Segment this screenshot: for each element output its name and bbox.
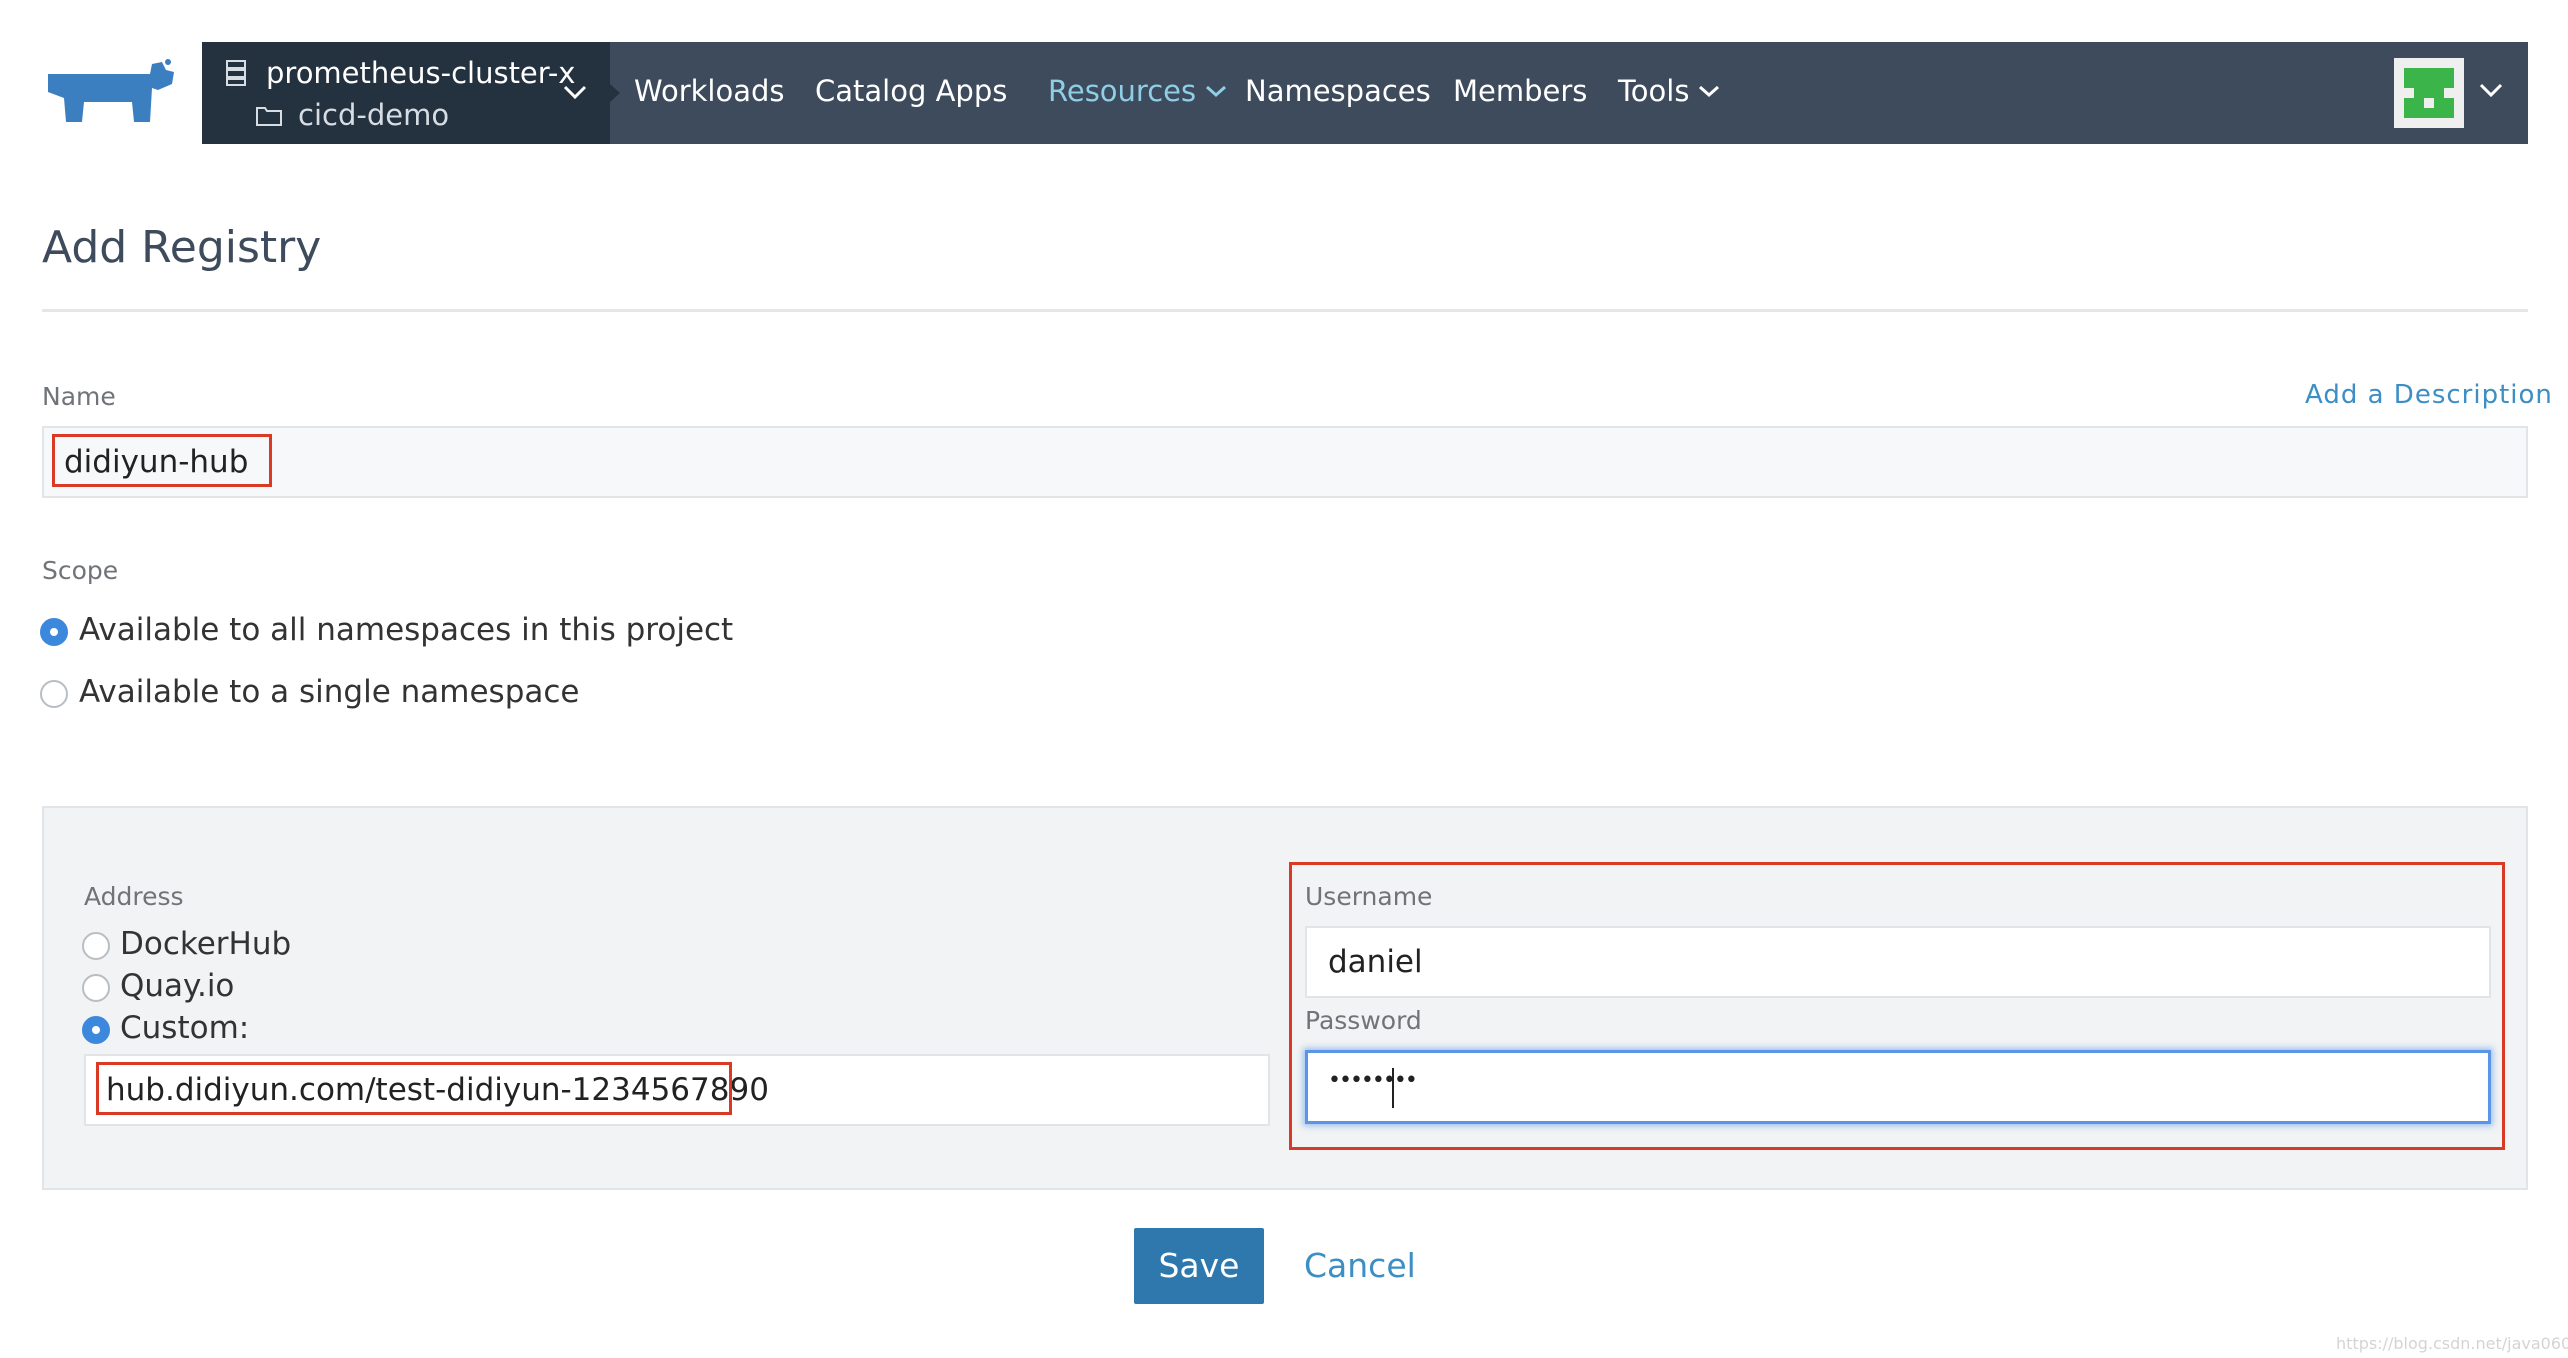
scope-single-namespace-label: Available to a single namespace [79, 674, 580, 710]
switcher-pointer [610, 84, 620, 102]
project-name: cicd-demo [298, 98, 450, 132]
nav-catalog-apps[interactable]: Catalog Apps [815, 74, 1007, 108]
annotation-highlight-credentials [1289, 862, 2505, 1150]
nav-workloads[interactable]: Workloads [634, 74, 785, 108]
address-label: Address [84, 882, 184, 911]
cancel-button[interactable]: Cancel [1304, 1246, 1416, 1285]
nav-resources-label: Resources [1048, 74, 1197, 108]
nav-tools[interactable]: Tools [1618, 74, 1721, 108]
annotation-highlight-address [96, 1062, 732, 1115]
nav-namespaces[interactable]: Namespaces [1245, 74, 1431, 108]
scope-single-namespace-radio[interactable] [40, 680, 68, 708]
name-input[interactable] [42, 426, 2528, 498]
nav-resources[interactable]: Resources [1048, 74, 1228, 108]
cluster-project-switcher[interactable]: prometheus-cluster-x cicd-demo [202, 42, 610, 144]
save-button[interactable]: Save [1134, 1228, 1264, 1304]
address-quay-radio[interactable] [82, 974, 110, 1002]
page-title: Add Registry [42, 222, 322, 273]
rancher-logo-icon[interactable] [40, 58, 180, 130]
address-quay-label: Quay.io [120, 968, 235, 1004]
server-icon [226, 60, 246, 86]
chevron-down-icon[interactable] [2478, 82, 2504, 98]
folder-icon [256, 107, 282, 126]
watermark: https://blog.csdn.net/java060515 [2336, 1334, 2568, 1353]
scope-label: Scope [42, 556, 119, 585]
chevron-down-icon[interactable] [562, 84, 588, 100]
annotation-highlight-name [52, 434, 272, 487]
chevron-down-icon [1699, 85, 1720, 98]
chevron-down-icon [1206, 85, 1227, 98]
scope-all-namespaces-radio[interactable] [40, 618, 68, 646]
add-description-link[interactable]: Add a Description [2305, 380, 2553, 410]
user-avatar-icon[interactable] [2394, 58, 2464, 128]
nav-members[interactable]: Members [1453, 74, 1587, 108]
address-dockerhub-label: DockerHub [120, 926, 292, 962]
top-navigation-bar: prometheus-cluster-x cicd-demo Workloads… [202, 42, 2528, 144]
nav-tools-label: Tools [1618, 74, 1690, 108]
scope-all-namespaces-label: Available to all namespaces in this proj… [79, 612, 734, 648]
cluster-name: prometheus-cluster-x [266, 56, 576, 90]
address-custom-label: Custom: [120, 1010, 250, 1046]
address-dockerhub-radio[interactable] [82, 932, 110, 960]
address-custom-radio[interactable] [82, 1016, 110, 1044]
name-label: Name [42, 382, 116, 411]
title-divider [42, 309, 2528, 312]
